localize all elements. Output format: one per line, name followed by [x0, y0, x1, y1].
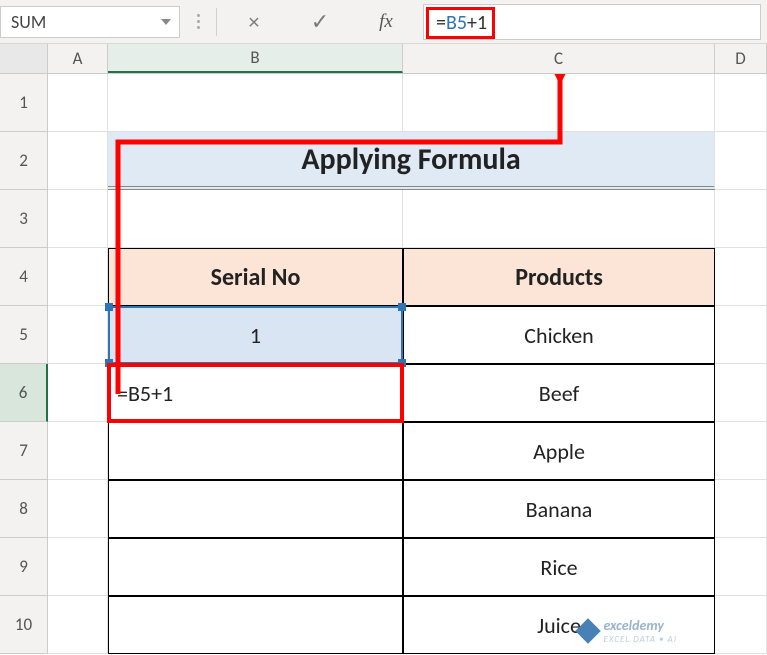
cell[interactable]: [48, 248, 108, 306]
selection-handle-icon: [398, 303, 406, 311]
cell[interactable]: [108, 538, 403, 596]
column-header-B[interactable]: B: [108, 44, 403, 73]
column-header-C[interactable]: C: [403, 44, 715, 73]
cancel-button[interactable]: ×: [225, 4, 283, 40]
cell[interactable]: Rice: [403, 538, 715, 596]
row-header-7[interactable]: 7: [0, 422, 48, 480]
row-headers: 1 2 3 4 5 6 7 8 9 10: [0, 74, 48, 654]
row-header-9[interactable]: 9: [0, 538, 48, 596]
cell[interactable]: [48, 132, 108, 190]
confirm-button[interactable]: ✓: [291, 4, 349, 40]
table-header-products[interactable]: Products: [403, 248, 715, 306]
formula-text-suffix: +1: [467, 11, 487, 35]
check-icon: ✓: [311, 8, 329, 35]
cells-area: Applying Formula Serial No Products 1: [48, 74, 767, 654]
row-header-2[interactable]: 2: [0, 132, 48, 190]
insert-function-button[interactable]: fx: [357, 4, 415, 40]
grid-row: 1 Chicken: [48, 306, 767, 364]
grid-row: Apple: [48, 422, 767, 480]
cell[interactable]: [108, 596, 403, 654]
cell[interactable]: Banana: [403, 480, 715, 538]
cell[interactable]: [108, 480, 403, 538]
cell[interactable]: [715, 364, 767, 422]
cell[interactable]: [715, 596, 767, 654]
watermark-text: exceldemy: [603, 617, 677, 634]
cell[interactable]: Chicken: [403, 306, 715, 364]
row-header-3[interactable]: 3: [0, 190, 48, 248]
cell[interactable]: Beef: [403, 364, 715, 422]
grid-row: Applying Formula: [48, 132, 767, 190]
row-header-4[interactable]: 4: [0, 248, 48, 306]
cell[interactable]: [48, 190, 108, 248]
selection-handle-icon: [105, 303, 113, 311]
cell[interactable]: [48, 306, 108, 364]
watermark-subtext: EXCEL DATA • AI: [603, 634, 677, 645]
cell[interactable]: [108, 74, 403, 132]
grid-row: Serial No Products: [48, 248, 767, 306]
cell-value: 1: [250, 322, 261, 349]
spreadsheet-grid: 1 2 3 4 5 6 7 8 9 10 Applying Formula: [0, 74, 767, 654]
cell[interactable]: [715, 132, 767, 190]
grid-row: [48, 190, 767, 248]
cell-value: =B5+1: [117, 380, 173, 407]
grid-row: Rice: [48, 538, 767, 596]
cell-B5-referenced[interactable]: 1: [108, 306, 403, 364]
column-header-A[interactable]: A: [48, 44, 108, 73]
cell[interactable]: [48, 422, 108, 480]
fx-icon: fx: [379, 11, 393, 33]
name-box[interactable]: SUM: [0, 6, 180, 38]
sheet-title[interactable]: Applying Formula: [108, 132, 715, 190]
cell[interactable]: [48, 538, 108, 596]
formula-text-prefix: =: [436, 11, 446, 35]
edit-cursor-marker: [400, 365, 403, 421]
cell[interactable]: [48, 480, 108, 538]
cell[interactable]: [715, 480, 767, 538]
cell[interactable]: [715, 190, 767, 248]
drag-handle-icon[interactable]: [188, 8, 208, 36]
cell[interactable]: [108, 422, 403, 480]
grid-row: [48, 74, 767, 132]
cancel-icon: ×: [249, 8, 260, 35]
cell[interactable]: [108, 190, 403, 248]
cell[interactable]: [48, 596, 108, 654]
cell[interactable]: [715, 422, 767, 480]
cell[interactable]: [715, 306, 767, 364]
row-header-5[interactable]: 5: [0, 306, 48, 364]
watermark-icon: [576, 618, 601, 643]
formula-input[interactable]: =B5+1: [423, 4, 761, 40]
cell[interactable]: [48, 364, 108, 422]
column-headers: A B C D: [0, 44, 767, 74]
formula-text-ref: B5: [446, 11, 467, 35]
cell[interactable]: [403, 190, 715, 248]
row-header-1[interactable]: 1: [0, 74, 48, 132]
cell[interactable]: [403, 74, 715, 132]
cell[interactable]: [715, 538, 767, 596]
formula-bar-area: SUM × ✓ fx =B5+1: [0, 0, 767, 44]
grid-row: Banana: [48, 480, 767, 538]
column-header-D[interactable]: D: [715, 44, 767, 73]
cell[interactable]: [48, 74, 108, 132]
select-all-corner[interactable]: [0, 44, 48, 73]
cell-B6-editing[interactable]: =B5+1: [108, 364, 403, 422]
row-header-10[interactable]: 10: [0, 596, 48, 654]
cell[interactable]: [715, 248, 767, 306]
name-box-value: SUM: [11, 11, 46, 33]
divider: [216, 8, 217, 36]
row-header-8[interactable]: 8: [0, 480, 48, 538]
cell[interactable]: [715, 74, 767, 132]
chevron-down-icon[interactable]: [161, 19, 171, 25]
formula-highlight-box: =B5+1: [426, 7, 495, 39]
table-header-serial[interactable]: Serial No: [108, 248, 403, 306]
row-header-6[interactable]: 6: [0, 364, 48, 422]
grid-row: =B5+1 Beef: [48, 364, 767, 422]
watermark: exceldemy EXCEL DATA • AI: [579, 617, 677, 645]
cell[interactable]: Apple: [403, 422, 715, 480]
